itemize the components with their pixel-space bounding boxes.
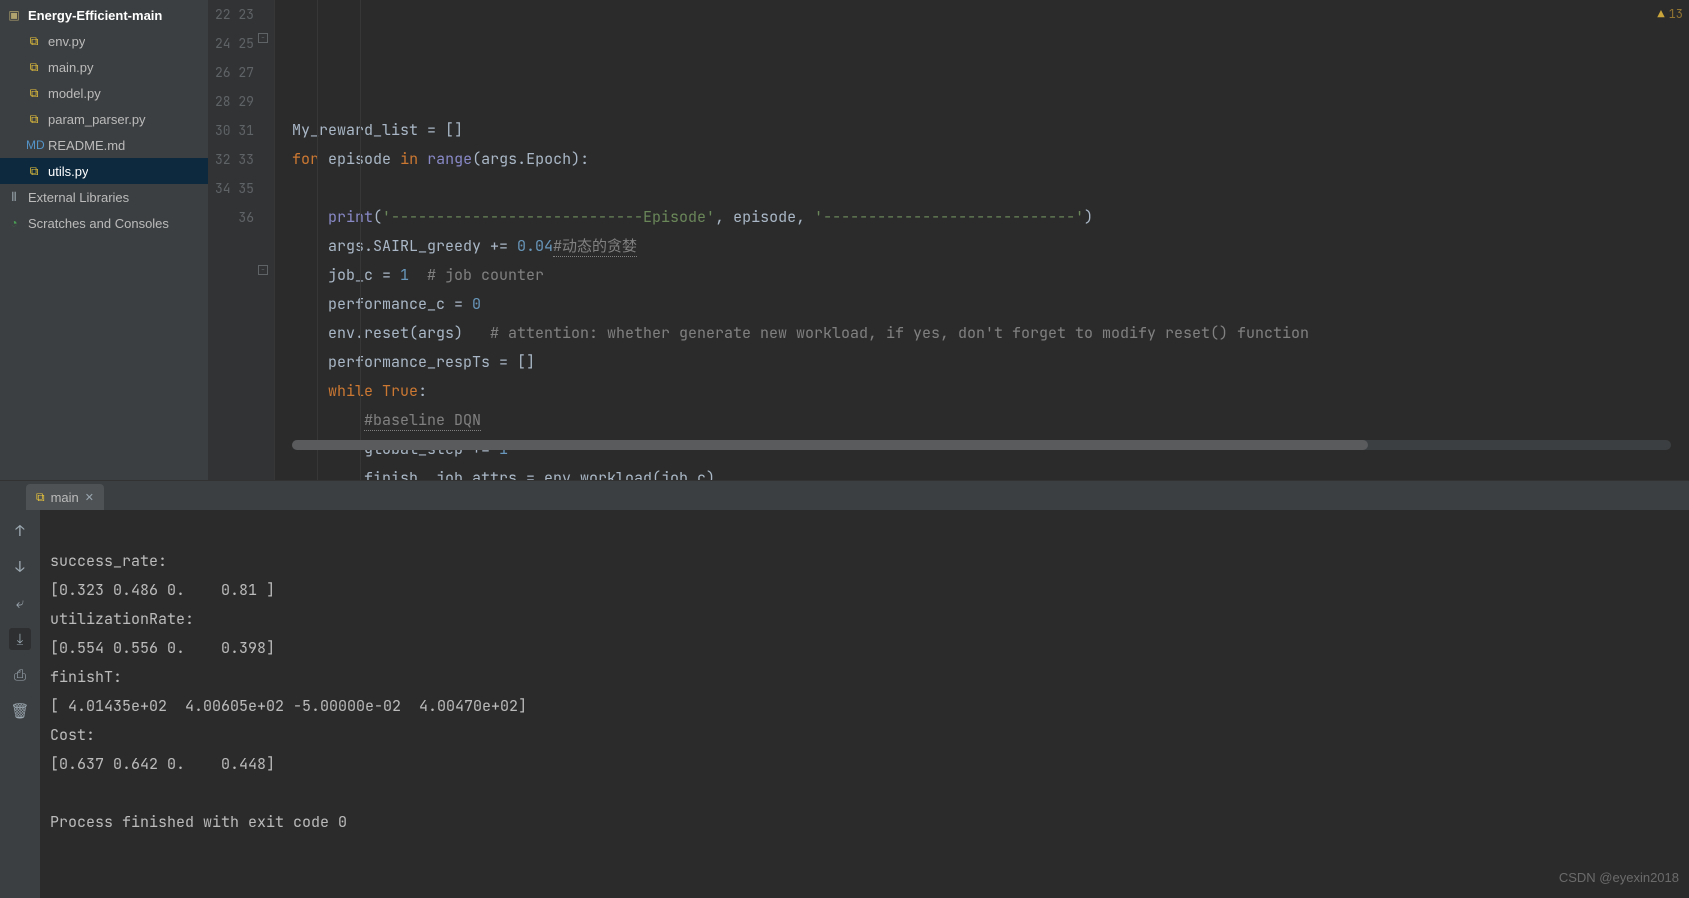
project-root[interactable]: ▣ Energy-Efficient-main xyxy=(0,2,208,28)
console-line: [0.637 0.642 0. 0.448] xyxy=(50,754,275,774)
folder-icon: ▣ xyxy=(6,8,22,22)
code-line: performance_c = 0 xyxy=(292,294,481,314)
console-line: [ 4.01435e+02 4.00605e+02 -5.00000e-02 4… xyxy=(50,696,527,716)
csdn-watermark: CSDN @eyexin2018 xyxy=(1559,863,1679,892)
code-line: print('----------------------------Episo… xyxy=(292,207,1093,227)
code-area[interactable]: My_reward_list = [] for episode in range… xyxy=(274,0,1689,480)
console-line: [0.323 0.486 0. 0.81 ] xyxy=(50,580,275,600)
console-line: Process finished with exit code 0 xyxy=(50,812,347,832)
code-line: performance_respTs = [] xyxy=(292,352,535,372)
scratches-label: Scratches and Consoles xyxy=(28,216,169,231)
project-name: Energy-Efficient-main xyxy=(28,8,162,23)
code-line xyxy=(292,178,301,198)
console-line: utilizationRate: xyxy=(50,609,194,629)
code-line: env.reset(args) # attention: whether gen… xyxy=(292,323,1309,343)
python-file-icon: ⧉ xyxy=(26,164,42,179)
python-file-icon: ⧉ xyxy=(36,490,45,505)
run-tab-main[interactable]: ⧉ main ✕ xyxy=(26,484,104,510)
file-utils[interactable]: ⧉ utils.py xyxy=(0,158,208,184)
console-line: Cost: xyxy=(50,725,95,745)
down-stack-icon[interactable]: ↓ xyxy=(9,556,31,578)
file-label: env.py xyxy=(48,34,85,49)
file-main[interactable]: ⧉ main.py xyxy=(0,54,208,80)
console-line: finishT: xyxy=(50,667,122,687)
code-editor[interactable]: ▲ 13 22 23 24 25 26 27 28 29 30 31 32 33… xyxy=(208,0,1689,480)
external-libraries-label: External Libraries xyxy=(28,190,129,205)
run-tab-bar[interactable]: ⧉ main ✕ xyxy=(0,480,1689,510)
file-env[interactable]: ⧉ env.py xyxy=(0,28,208,54)
editor-horizontal-scrollbar[interactable] xyxy=(292,440,1671,450)
console-line: [0.554 0.556 0. 0.398] xyxy=(50,638,275,658)
fold-toggle-icon[interactable]: − xyxy=(258,33,268,43)
code-line: finish, job_attrs = env.workload(job_c) xyxy=(292,468,715,480)
code-line: args.SAIRL_greedy += 0.04#动态的贪婪 xyxy=(292,236,637,257)
code-line: #baseline DQN xyxy=(292,410,481,431)
markdown-file-icon: MD xyxy=(26,138,42,152)
up-stack-icon[interactable]: ↑ xyxy=(9,520,31,542)
code-line: job_c = 1 # job counter xyxy=(292,265,544,285)
file-readme[interactable]: MD README.md xyxy=(0,132,208,158)
scratches-consoles[interactable]: ◔ Scratches and Consoles xyxy=(0,210,208,236)
run-tab-label: main xyxy=(51,490,79,505)
python-file-icon: ⧉ xyxy=(26,86,42,101)
file-label: README.md xyxy=(48,138,125,153)
scrollbar-thumb[interactable] xyxy=(292,440,1368,450)
run-console[interactable]: success_rate: [0.323 0.486 0. 0.81 ] uti… xyxy=(40,510,1689,898)
fold-gutter[interactable]: − − xyxy=(258,0,274,480)
scroll-to-end-icon[interactable]: ⤓ xyxy=(9,628,31,650)
python-file-icon: ⧉ xyxy=(26,60,42,75)
print-icon[interactable]: ⎙ xyxy=(9,664,31,686)
close-icon[interactable]: ✕ xyxy=(85,491,94,504)
file-label: main.py xyxy=(48,60,94,75)
external-libraries[interactable]: ⫴ External Libraries xyxy=(0,184,208,210)
trash-icon[interactable]: 🗑 xyxy=(9,700,31,722)
soft-wrap-icon[interactable]: ⤶ xyxy=(9,592,31,614)
file-label: model.py xyxy=(48,86,101,101)
code-line: for episode in range(args.Epoch): xyxy=(292,149,589,169)
file-label: param_parser.py xyxy=(48,112,146,127)
project-tree[interactable]: ▣ Energy-Efficient-main ⧉ env.py ⧉ main.… xyxy=(0,0,208,480)
file-param-parser[interactable]: ⧉ param_parser.py xyxy=(0,106,208,132)
fold-toggle-icon[interactable]: − xyxy=(258,265,268,275)
file-label: utils.py xyxy=(48,164,88,179)
python-file-icon: ⧉ xyxy=(26,112,42,127)
python-file-icon: ⧉ xyxy=(26,34,42,49)
run-toolbar: ↑ ↓ ⤶ ⤓ ⎙ 🗑 xyxy=(0,510,40,898)
console-line: success_rate: xyxy=(50,551,167,571)
library-icon: ⫴ xyxy=(6,190,22,205)
file-model[interactable]: ⧉ model.py xyxy=(0,80,208,106)
scratch-icon: ◔ xyxy=(6,216,22,230)
